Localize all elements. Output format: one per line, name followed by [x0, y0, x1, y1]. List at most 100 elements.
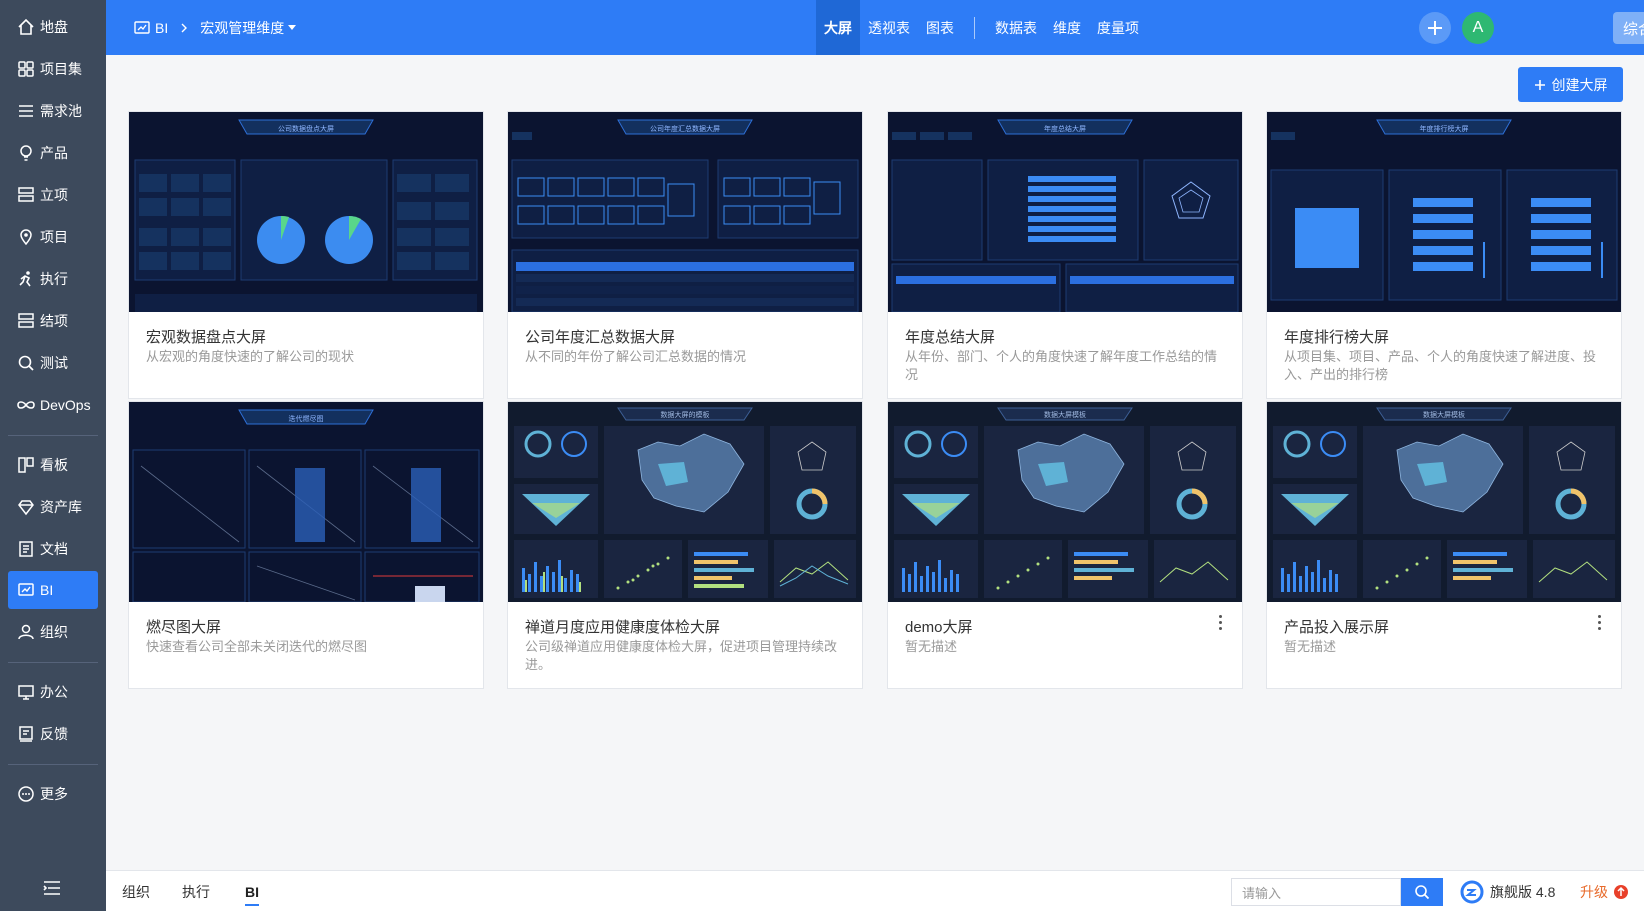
collapse-menu-icon[interactable]: [40, 876, 64, 900]
sidebar-item-feedback[interactable]: 反馈: [8, 715, 98, 753]
tab-data-table[interactable]: 数据表: [987, 0, 1045, 55]
card-title[interactable]: 禅道月度应用健康度体检大屏: [525, 616, 720, 637]
sidebar-item-label: 结项: [40, 313, 68, 329]
card-more-menu-icon[interactable]: [1212, 612, 1228, 632]
sidebar-item-initiation[interactable]: 立项: [8, 176, 98, 214]
screen-card[interactable]: 数据大屏模板 产品投入展示屏 暂无描述: [1266, 401, 1622, 689]
sidebar-item-docs[interactable]: 文档: [8, 530, 98, 568]
sidebar-item-program[interactable]: 项目集: [8, 50, 98, 88]
tab-dimension[interactable]: 维度: [1045, 0, 1089, 55]
infinity-icon: [16, 395, 36, 415]
magnifier-icon: [16, 353, 36, 373]
card-description: 暂无描述: [1284, 639, 1337, 654]
screen-card[interactable]: 迭代燃尽图 燃尽图大屏 快速查看公司全部未关闭迭代的燃尽图: [128, 401, 484, 689]
card-title[interactable]: 年度总结大屏: [905, 326, 995, 347]
tab-chart[interactable]: 图表: [918, 0, 962, 55]
sidebar-item-organization[interactable]: 组织: [8, 613, 98, 651]
sidebar-item-dashboard[interactable]: 地盘: [8, 8, 98, 46]
upgrade-link[interactable]: 升级: [1580, 871, 1628, 911]
arrow-up-circle-icon: [1614, 884, 1628, 899]
thumbnail-caption: 年度排行榜大屏: [1420, 124, 1469, 133]
kanban-icon: [16, 455, 36, 475]
tab-divider: [974, 16, 975, 39]
screen-card[interactable]: 年度排行榜大屏 年度排行榜大屏 从项目集、项目、产品、个人的角度快速了解进度、投…: [1266, 111, 1622, 399]
sidebar-divider: [8, 764, 98, 765]
top-navigation-bar: BI 宏观管理维度 大屏 透视表 图表 数据表 维度 度量项 A 综合研发界面: [106, 0, 1644, 55]
edition-info[interactable]: 旗舰版 4.8: [1460, 871, 1555, 911]
card-title[interactable]: 燃尽图大屏: [146, 616, 221, 637]
screen-card[interactable]: 数据大屏的模板 禅道月度应用健康度体检大屏 公司级禅道应用健康度体检大屏，促进项…: [507, 401, 863, 689]
runner-icon: [16, 269, 36, 289]
footer-tab-execution[interactable]: 执行: [182, 871, 210, 911]
monitor-icon: [16, 682, 36, 702]
sidebar-item-more[interactable]: 更多: [8, 775, 98, 813]
stack-check-icon: [16, 311, 36, 331]
sidebar-divider: [8, 435, 98, 436]
sidebar-item-label: 执行: [40, 271, 68, 287]
card-description: 从年份、部门、个人的角度快速了解年度工作总结的情况: [905, 349, 1218, 382]
card-more-menu-icon[interactable]: [1591, 612, 1607, 632]
grid-icon: [16, 59, 36, 79]
screen-thumbnail: 数据大屏的模板: [508, 402, 862, 602]
card-title[interactable]: 公司年度汇总数据大屏: [525, 326, 675, 347]
screen-card[interactable]: 公司年度汇总数据大屏 公司年度汇总数据大屏 从不同的年份了解公司汇总数据的情况: [507, 111, 863, 399]
caret-down-icon[interactable]: [288, 24, 297, 31]
thumbnail-caption: 数据大屏模板: [1044, 410, 1086, 419]
sidebar-item-asset-library[interactable]: 资产库: [8, 488, 98, 526]
screen-thumbnail: 公司数据盘点大屏: [129, 112, 483, 312]
create-screen-button[interactable]: 创建大屏: [1518, 67, 1623, 102]
sidebar-item-test[interactable]: 测试: [8, 344, 98, 382]
sidebar-item-label: 更多: [40, 786, 68, 802]
sidebar-item-devops[interactable]: DevOps: [8, 386, 98, 424]
tab-pivot-table[interactable]: 透视表: [860, 0, 918, 55]
card-title[interactable]: 宏观数据盘点大屏: [146, 326, 266, 347]
sidebar-item-kanban[interactable]: 看板: [8, 446, 98, 484]
breadcrumb: BI 宏观管理维度: [134, 0, 297, 55]
diamond-icon: [16, 497, 36, 517]
card-title[interactable]: 年度排行榜大屏: [1284, 326, 1389, 347]
sidebar-item-closing[interactable]: 结项: [8, 302, 98, 340]
card-title[interactable]: demo大屏: [905, 616, 973, 637]
sidebar-item-product[interactable]: 产品: [8, 134, 98, 172]
screen-card[interactable]: 年度总结大屏 年度总结大屏 从年份、部门、个人的角度快速了解年度工作总结的情况: [887, 111, 1243, 399]
avatar[interactable]: A: [1462, 12, 1494, 44]
footer-tab-bi[interactable]: BI: [245, 871, 259, 911]
chevron-right-icon: [180, 23, 188, 33]
footer-tab-organization[interactable]: 组织: [122, 871, 150, 911]
version-label: 旗舰版 4.8: [1490, 883, 1556, 900]
breadcrumb-root[interactable]: BI: [155, 20, 168, 36]
screen-thumbnail: 数据大屏模板: [888, 402, 1242, 602]
upgrade-label: 升级: [1580, 883, 1608, 900]
sidebar-item-label: 地盘: [40, 19, 68, 35]
card-description: 快速查看公司全部未关闭迭代的燃尽图: [146, 639, 368, 654]
quick-create-button[interactable]: [1419, 12, 1451, 44]
sidebar-item-label: 项目: [40, 229, 68, 245]
thumbnail-caption: 迭代燃尽图: [289, 414, 324, 423]
main-tabs: 大屏 透视表 图表 数据表 维度 度量项: [816, 0, 1147, 55]
sidebar-item-label: 测试: [40, 355, 68, 371]
screen-card[interactable]: 公司数据盘点大屏 宏观数据盘点大屏 从宏观的角度快速的了解公司的现状: [128, 111, 484, 399]
feedback-icon: [16, 724, 36, 744]
card-title[interactable]: 产品投入展示屏: [1284, 616, 1389, 637]
tab-big-screen[interactable]: 大屏: [816, 0, 860, 55]
list-icon: [16, 101, 36, 121]
environment-switch-button[interactable]: 综合研发界面: [1613, 12, 1644, 44]
thumbnail-caption: 年度总结大屏: [1044, 124, 1086, 133]
screen-thumbnail: 年度总结大屏: [888, 112, 1242, 312]
tab-metric[interactable]: 度量项: [1089, 0, 1147, 55]
thumbnail-caption: 数据大屏模板: [1423, 410, 1465, 419]
home-icon: [16, 17, 36, 37]
sidebar-item-bi[interactable]: BI: [8, 571, 98, 609]
document-icon: [16, 539, 36, 559]
sidebar-item-demand-pool[interactable]: 需求池: [8, 92, 98, 130]
sidebar-item-office[interactable]: 办公: [8, 673, 98, 711]
sidebar-item-execution[interactable]: 执行: [8, 260, 98, 298]
breadcrumb-dimension-selector[interactable]: 宏观管理维度: [200, 18, 284, 38]
screen-card[interactable]: 数据大屏模板 demo大屏 暂无描述: [887, 401, 1243, 689]
screen-thumbnail: 年度排行榜大屏: [1267, 112, 1621, 312]
thumbnail-caption: 公司数据盘点大屏: [278, 124, 334, 133]
search-button[interactable]: [1401, 878, 1443, 906]
sidebar-item-project[interactable]: 项目: [8, 218, 98, 256]
sidebar-item-label: 需求池: [40, 103, 82, 119]
search-input[interactable]: 请输入: [1231, 878, 1401, 906]
